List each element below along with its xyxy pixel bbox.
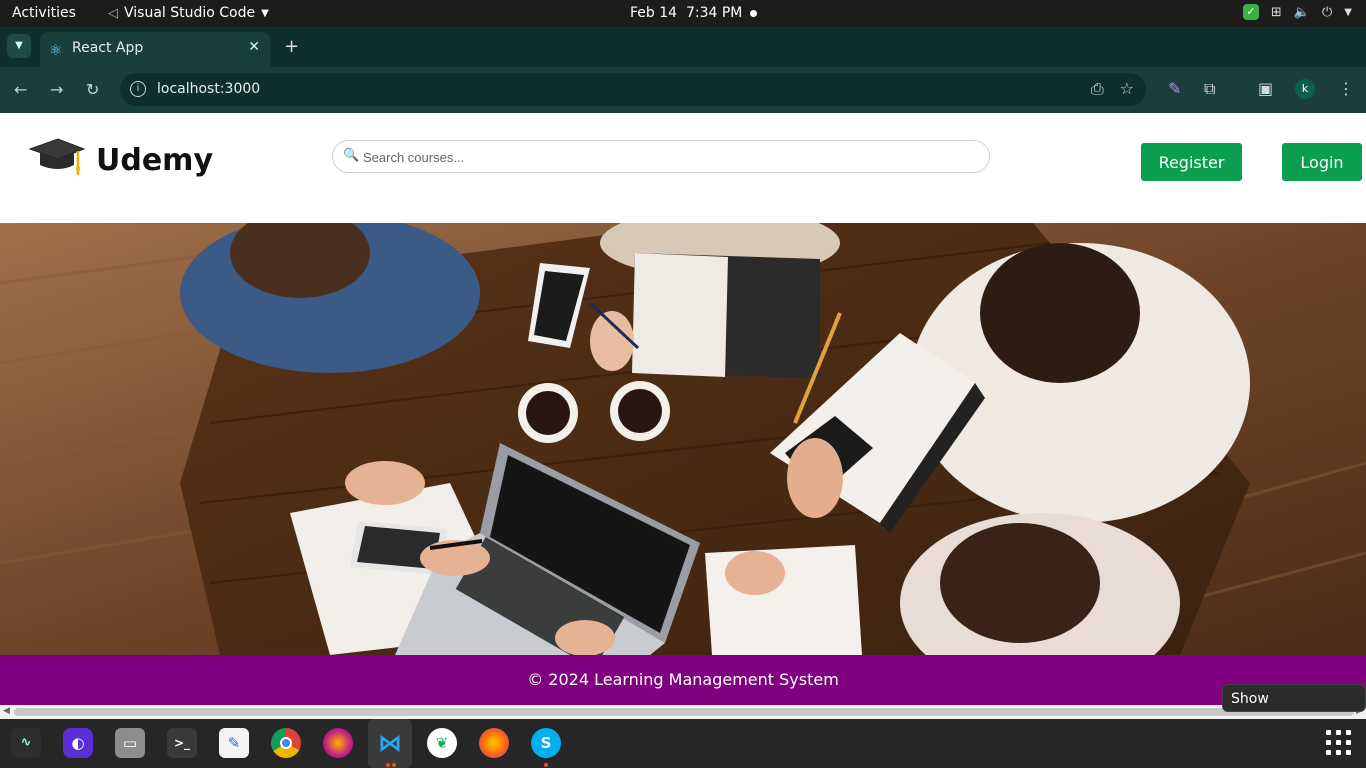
search-input[interactable]: [363, 147, 963, 167]
running-indicator: [386, 763, 390, 767]
skype-icon[interactable]: S: [531, 728, 561, 758]
bookmark-star-icon[interactable]: ☆: [1120, 79, 1134, 99]
show-applications-button[interactable]: [1326, 730, 1352, 756]
forward-icon[interactable]: →: [50, 80, 63, 99]
system-monitor-icon[interactable]: ∿: [11, 728, 41, 758]
update-shield-icon[interactable]: ✓: [1242, 4, 1259, 20]
login-button[interactable]: Login: [1282, 143, 1362, 181]
chrome-icon[interactable]: [271, 728, 301, 758]
grid-dot-icon: [1326, 740, 1331, 745]
web-page: Udemy 🔍 Register Login: [0, 113, 1366, 705]
scrollbar-thumb[interactable]: [14, 708, 1354, 716]
grid-dot-icon: [1326, 730, 1331, 735]
search-icon: 🔍: [343, 148, 360, 163]
clock[interactable]: Feb 14 7:34 PM: [630, 5, 742, 21]
grid-dot-icon: [1336, 730, 1341, 735]
firefox-dev-icon[interactable]: [323, 728, 353, 758]
notification-dot: [750, 10, 757, 17]
tab-search-button[interactable]: ▼: [7, 34, 31, 58]
extension-feather-icon[interactable]: ✎: [1168, 79, 1181, 98]
tab-strip: ▼ ⚛ React App ✕ +: [0, 27, 1366, 67]
text-editor-icon[interactable]: ✎: [219, 728, 249, 758]
address-bar[interactable]: i localhost:3000 ⎙ ☆: [120, 73, 1146, 106]
grid-dot-icon: [1346, 730, 1351, 735]
app-menu[interactable]: ◁ Visual Studio Code ▼: [108, 5, 269, 21]
terminal-icon[interactable]: >_: [167, 728, 197, 758]
scroll-left-icon[interactable]: ◀: [3, 706, 10, 716]
side-panel-icon[interactable]: ▣: [1258, 79, 1273, 98]
system-tray[interactable]: ✓ ⊞ 🔈 ⏻ ▼: [1242, 4, 1352, 20]
extensions-puzzle-icon[interactable]: ⧉: [1204, 79, 1215, 99]
profile-avatar[interactable]: k: [1295, 79, 1315, 99]
firefox-icon[interactable]: [479, 728, 509, 758]
site-header: Udemy 🔍 Register Login: [0, 113, 1366, 223]
site-footer: © 2024 Learning Management System: [0, 655, 1366, 705]
vscode-icon[interactable]: ⋈: [375, 728, 405, 758]
site-info-icon[interactable]: i: [130, 81, 146, 97]
install-app-icon[interactable]: ⎙: [1091, 79, 1104, 99]
network-icon[interactable]: ⊞: [1271, 5, 1282, 20]
system-top-bar: Activities ◁ Visual Studio Code ▼ Feb 14…: [0, 0, 1366, 27]
grid-dot-icon: [1346, 750, 1351, 755]
back-icon[interactable]: ←: [14, 80, 27, 99]
react-icon: ⚛: [49, 41, 63, 59]
register-button[interactable]: Register: [1141, 143, 1242, 181]
chevron-down-icon[interactable]: ▼: [1344, 7, 1352, 18]
close-icon[interactable]: ✕: [248, 39, 260, 55]
brand-title[interactable]: Udemy: [96, 143, 213, 178]
grid-dot-icon: [1336, 740, 1341, 745]
clock-date: Feb 14: [630, 5, 678, 21]
volume-icon[interactable]: 🔈: [1294, 5, 1310, 20]
graduation-cap-icon[interactable]: [28, 133, 86, 179]
new-tab-button[interactable]: +: [284, 36, 299, 57]
clock-time: 7:34 PM: [685, 5, 743, 21]
kebab-menu-icon[interactable]: ⋮: [1338, 79, 1354, 98]
screenshot-icon[interactable]: ◐: [63, 728, 93, 758]
grid-dot-icon: [1326, 750, 1331, 755]
hero-image: [0, 223, 1366, 655]
grid-dot-icon: [1336, 750, 1341, 755]
reload-icon[interactable]: ↻: [86, 80, 99, 99]
mongodb-compass-icon[interactable]: ❦: [427, 728, 457, 758]
show-applications-tooltip: Show Applications: [1222, 684, 1366, 735]
tab-title: React App: [72, 40, 144, 56]
activities-button[interactable]: Activities: [12, 5, 76, 21]
grid-dot-icon: [1346, 740, 1351, 745]
url-text: localhost:3000: [157, 81, 261, 97]
running-indicator: [544, 763, 548, 767]
files-icon[interactable]: ▭: [115, 728, 145, 758]
horizontal-scrollbar[interactable]: ◀ ▶: [0, 705, 1366, 719]
running-indicator: [392, 763, 396, 767]
tab-react-app[interactable]: ⚛ React App ✕: [40, 32, 270, 67]
vscode-small-icon: ◁: [108, 5, 118, 21]
chevron-down-icon: ▼: [261, 7, 269, 19]
browser-toolbar: ← → ↻ i localhost:3000 ⎙ ☆ ✎ ⧉ ▣ k ⋮: [0, 67, 1366, 113]
app-menu-label: Visual Studio Code: [124, 5, 256, 21]
power-icon[interactable]: ⏻: [1322, 5, 1332, 20]
search-box[interactable]: 🔍: [332, 140, 990, 173]
dock: ∿ ◐ ▭ >_ ✎ ⋈ ❦ S: [0, 719, 1366, 768]
